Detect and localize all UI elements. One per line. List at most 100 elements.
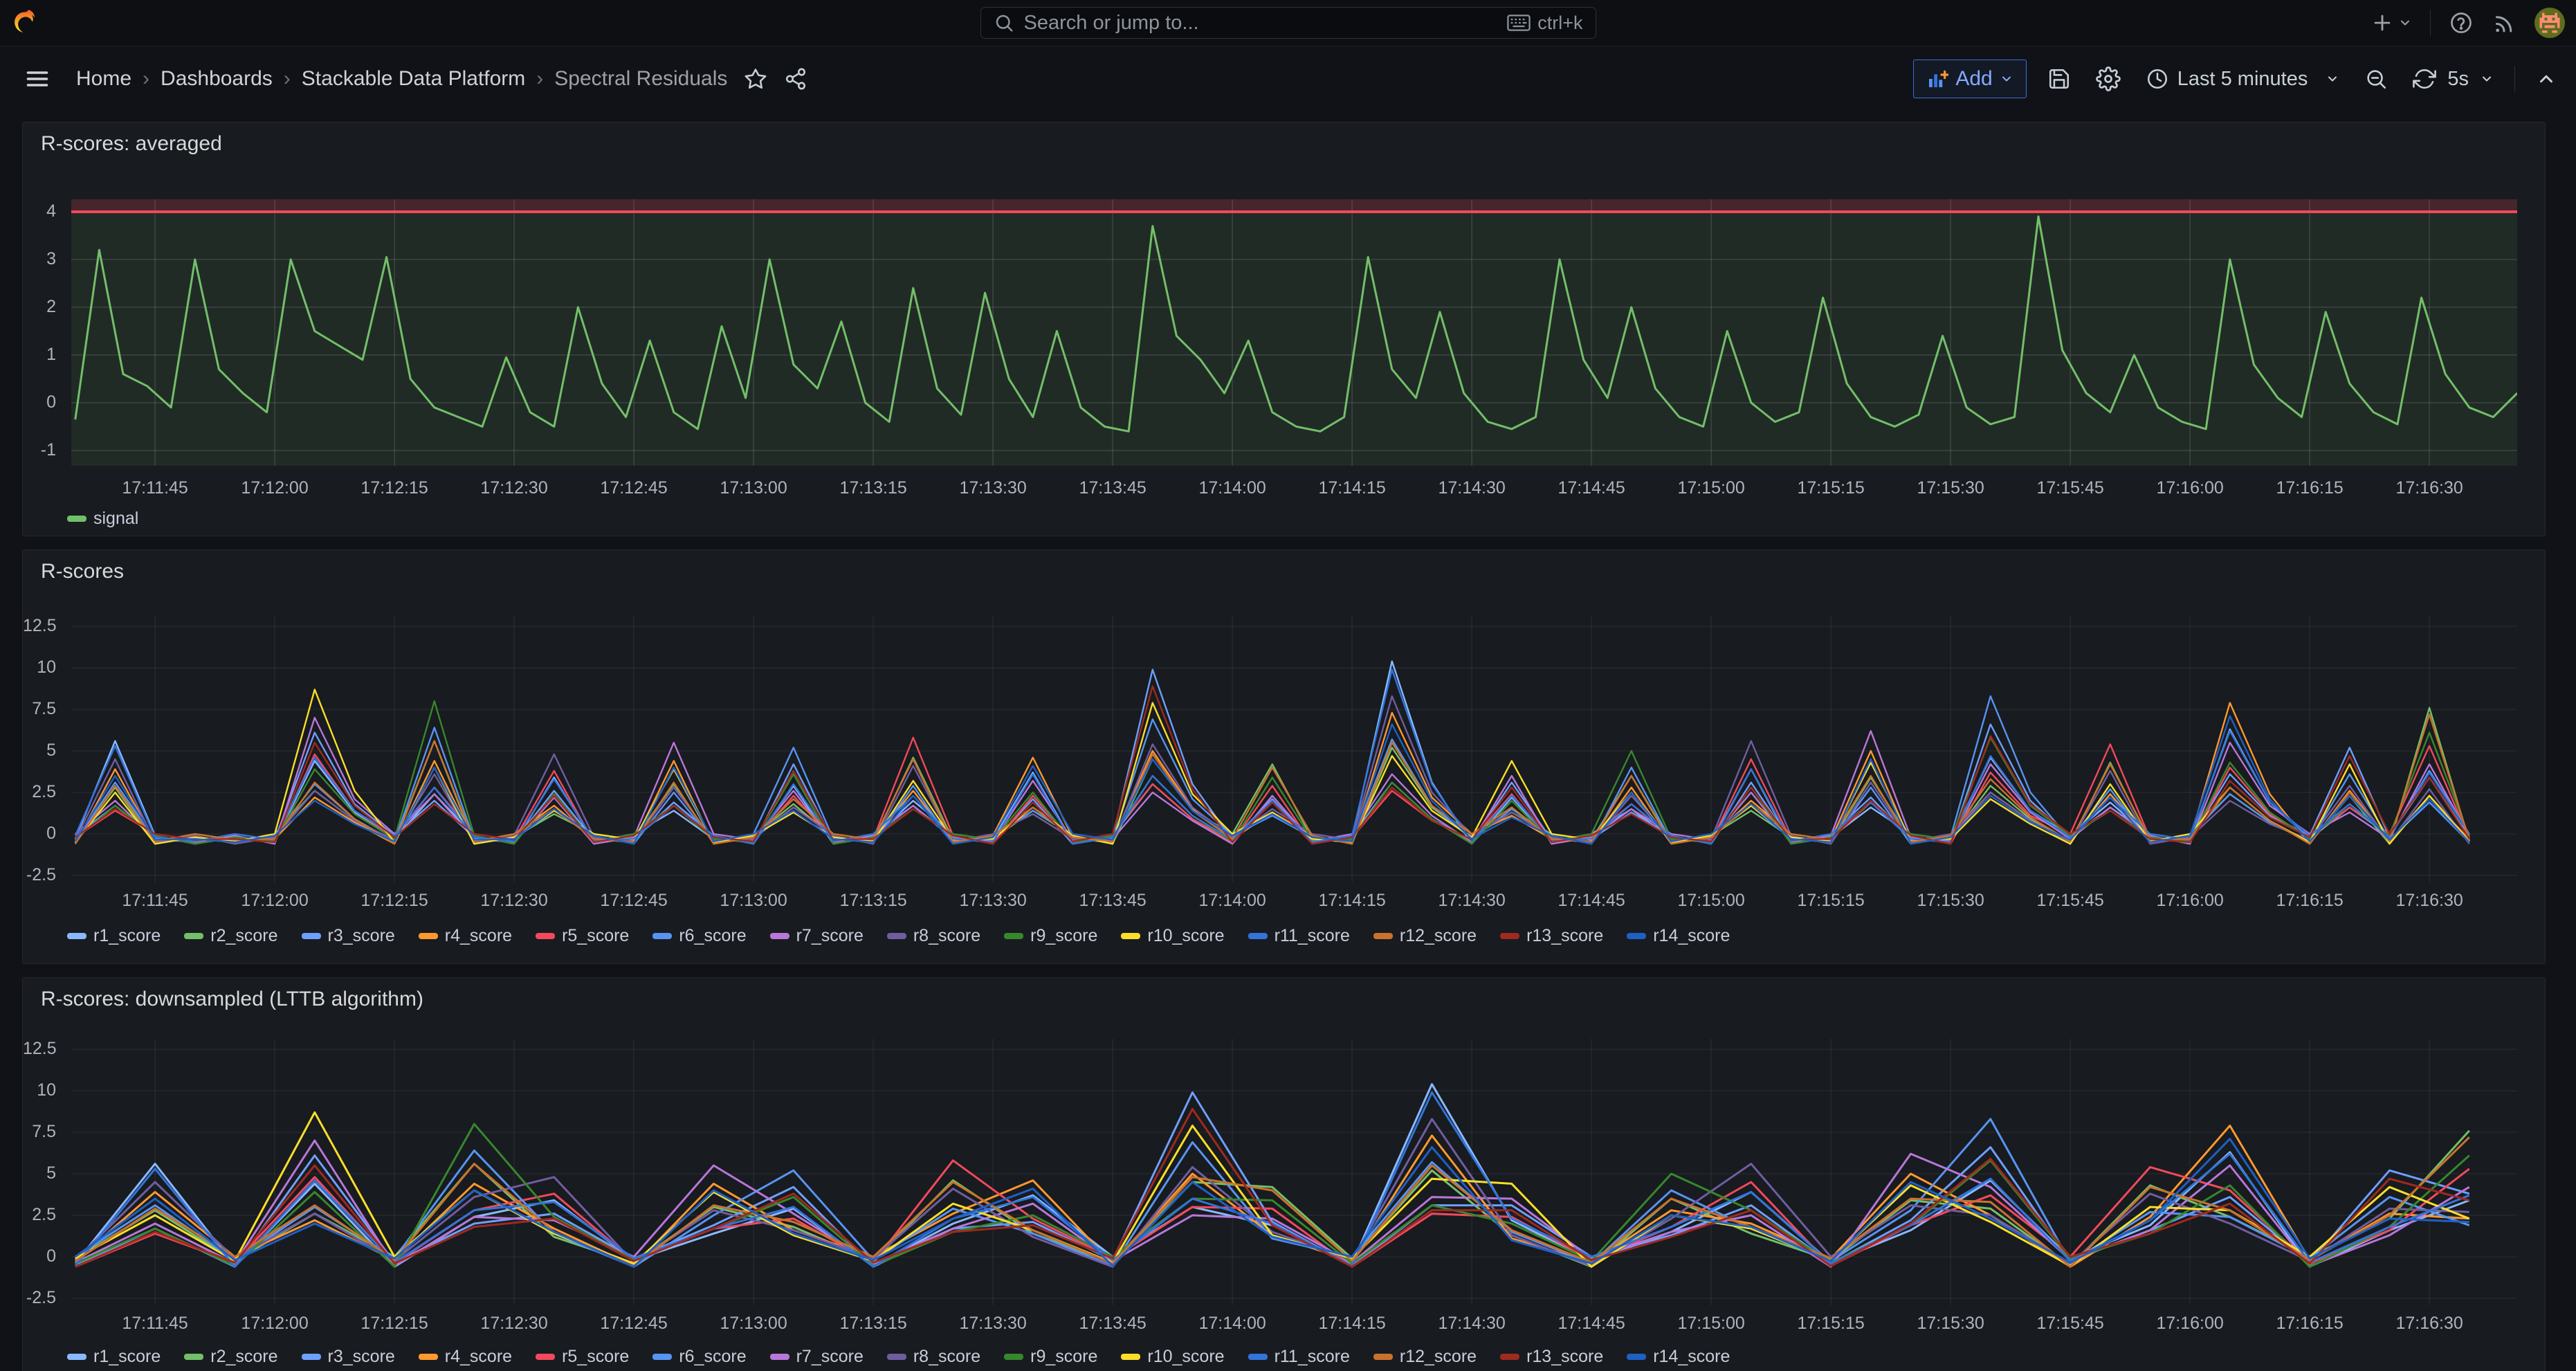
add-panel-button[interactable]: Add xyxy=(1913,60,2026,98)
time-range-picker[interactable]: Last 5 minutes xyxy=(2141,63,2344,95)
legend-item-r10_score[interactable]: r10_score xyxy=(1121,1347,1224,1367)
chart-canvas[interactable] xyxy=(71,1039,2517,1305)
legend-item-r3_score[interactable]: r3_score xyxy=(302,926,395,946)
legend-item-r10_score[interactable]: r10_score xyxy=(1121,926,1224,946)
search-shortcut-label: ctrl+k xyxy=(1537,12,1582,34)
x-tick-label: 17:14:15 xyxy=(1297,478,1407,498)
search-input[interactable] xyxy=(1023,11,1499,35)
x-tick-label: 17:12:45 xyxy=(578,1314,689,1334)
legend-item-r6_score[interactable]: r6_score xyxy=(652,1347,746,1367)
star-icon xyxy=(744,67,767,91)
legend-item-r14_score[interactable]: r14_score xyxy=(1627,1347,1730,1367)
legend-item-r2_score[interactable]: r2_score xyxy=(184,926,277,946)
legend-swatch xyxy=(1121,933,1140,939)
legend-label: r9_score xyxy=(1030,1347,1097,1367)
panel-title[interactable]: R-scores: averaged xyxy=(41,132,222,156)
user-avatar[interactable] xyxy=(2534,8,2565,38)
legend-label: r12_score xyxy=(1400,926,1477,946)
x-tick-label: 17:13:15 xyxy=(818,891,929,911)
legend-label: r12_score xyxy=(1400,1347,1477,1367)
news-button[interactable] xyxy=(2492,10,2516,35)
legend-label: r14_score xyxy=(1653,1347,1730,1367)
x-tick-label: 17:12:30 xyxy=(459,891,569,911)
legend-item-r4_score[interactable]: r4_score xyxy=(419,926,512,946)
legend-item-r5_score[interactable]: r5_score xyxy=(536,1347,629,1367)
legend-item-r4_score[interactable]: r4_score xyxy=(419,1347,512,1367)
legend-item-r2_score[interactable]: r2_score xyxy=(184,1347,277,1367)
zoom-out-button[interactable] xyxy=(2360,63,2392,95)
legend-item-r8_score[interactable]: r8_score xyxy=(887,1347,980,1367)
breadcrumb: Home Dashboards Stackable Data Platform … xyxy=(76,67,727,91)
legend-item-r12_score[interactable]: r12_score xyxy=(1373,1347,1477,1367)
legend-item-r11_score[interactable]: r11_score xyxy=(1248,926,1350,946)
breadcrumb-dashboards[interactable]: Dashboards xyxy=(161,67,296,91)
favorite-button[interactable] xyxy=(744,67,767,91)
save-icon xyxy=(2047,67,2071,91)
legend-item-r13_score[interactable]: r13_score xyxy=(1500,926,1603,946)
x-tick-label: 17:12:15 xyxy=(339,1314,450,1334)
breadcrumb-current: Spectral Residuals xyxy=(554,67,727,91)
x-tick-label: 17:13:00 xyxy=(698,891,809,911)
legend-item-r5_score[interactable]: r5_score xyxy=(536,926,629,946)
legend-item-r11_score[interactable]: r11_score xyxy=(1248,1347,1350,1367)
legend-item-r9_score[interactable]: r9_score xyxy=(1004,1347,1097,1367)
grafana-logo-icon[interactable] xyxy=(12,8,42,37)
legend-item-r8_score[interactable]: r8_score xyxy=(887,926,980,946)
help-button[interactable] xyxy=(2449,10,2474,35)
share-button[interactable] xyxy=(784,67,807,91)
chart-canvas[interactable] xyxy=(71,616,2517,882)
refresh-icon xyxy=(2413,67,2436,91)
legend-item-r1_score[interactable]: r1_score xyxy=(67,1347,161,1367)
legend-label: r2_score xyxy=(210,1347,277,1367)
panel-title[interactable]: R-scores: downsampled (LTTB algorithm) xyxy=(41,988,423,1011)
legend-label: r1_score xyxy=(93,926,161,946)
x-tick-label: 17:12:15 xyxy=(339,478,450,498)
add-panel-icon xyxy=(1926,68,1948,90)
legend: r1_score r2_score r3_score r4_score r5_score… xyxy=(67,1347,2531,1367)
x-tick-label: 17:12:00 xyxy=(219,478,330,498)
x-tick-label: 17:13:00 xyxy=(698,1314,809,1334)
legend-item-r3_score[interactable]: r3_score xyxy=(302,1347,395,1367)
x-tick-label: 17:13:00 xyxy=(698,478,809,498)
legend-item-r1_score[interactable]: r1_score xyxy=(67,926,161,946)
legend-swatch xyxy=(652,1354,672,1360)
legend-item-signal[interactable]: signal xyxy=(67,509,138,529)
legend-swatch xyxy=(1004,933,1023,939)
legend-item-r9_score[interactable]: r9_score xyxy=(1004,926,1097,946)
save-dashboard-button[interactable] xyxy=(2043,63,2075,95)
dashboard-settings-button[interactable] xyxy=(2092,62,2125,96)
legend-item-r13_score[interactable]: r13_score xyxy=(1500,1347,1603,1367)
legend-swatch xyxy=(1248,1354,1268,1360)
new-menu-button[interactable] xyxy=(2371,11,2412,35)
panel-rscores-downsampled: R-scores: downsampled (LTTB algorithm) 1… xyxy=(22,977,2546,1371)
legend-item-r7_score[interactable]: r7_score xyxy=(770,1347,864,1367)
x-tick-label: 17:14:30 xyxy=(1416,1314,1527,1334)
share-icon xyxy=(784,67,807,91)
news-broadcast-icon xyxy=(2492,10,2516,35)
y-tick-label: 0 xyxy=(23,824,56,844)
refresh-button[interactable]: 5s xyxy=(2409,63,2498,95)
y-tick-label: 2.5 xyxy=(23,782,56,802)
legend-swatch xyxy=(184,1354,203,1360)
y-tick-label: 1 xyxy=(23,345,56,365)
y-tick-label: 0 xyxy=(23,1246,56,1266)
legend-item-r6_score[interactable]: r6_score xyxy=(652,926,746,946)
add-button-label: Add xyxy=(1955,67,1992,91)
y-axis: 12.5107.552.50-2.5 xyxy=(23,1039,63,1305)
legend-swatch xyxy=(536,933,555,939)
search-box[interactable]: ctrl+k xyxy=(980,7,1596,39)
breadcrumb-home[interactable]: Home xyxy=(76,67,155,91)
menu-button[interactable] xyxy=(25,66,50,91)
chart-canvas[interactable] xyxy=(71,199,2517,466)
panel-title[interactable]: R-scores xyxy=(41,560,124,583)
legend-label: r4_score xyxy=(445,1347,512,1367)
legend-item-r7_score[interactable]: r7_score xyxy=(770,926,864,946)
y-tick-label: 12.5 xyxy=(23,616,56,636)
collapse-topbar-button[interactable] xyxy=(2532,64,2561,93)
breadcrumb-folder[interactable]: Stackable Data Platform xyxy=(302,67,549,91)
legend-item-r14_score[interactable]: r14_score xyxy=(1627,926,1730,946)
legend-item-r12_score[interactable]: r12_score xyxy=(1373,926,1477,946)
legend-swatch xyxy=(1004,1354,1023,1360)
legend-label: r9_score xyxy=(1030,926,1097,946)
x-tick-label: 17:15:30 xyxy=(1895,891,2006,911)
